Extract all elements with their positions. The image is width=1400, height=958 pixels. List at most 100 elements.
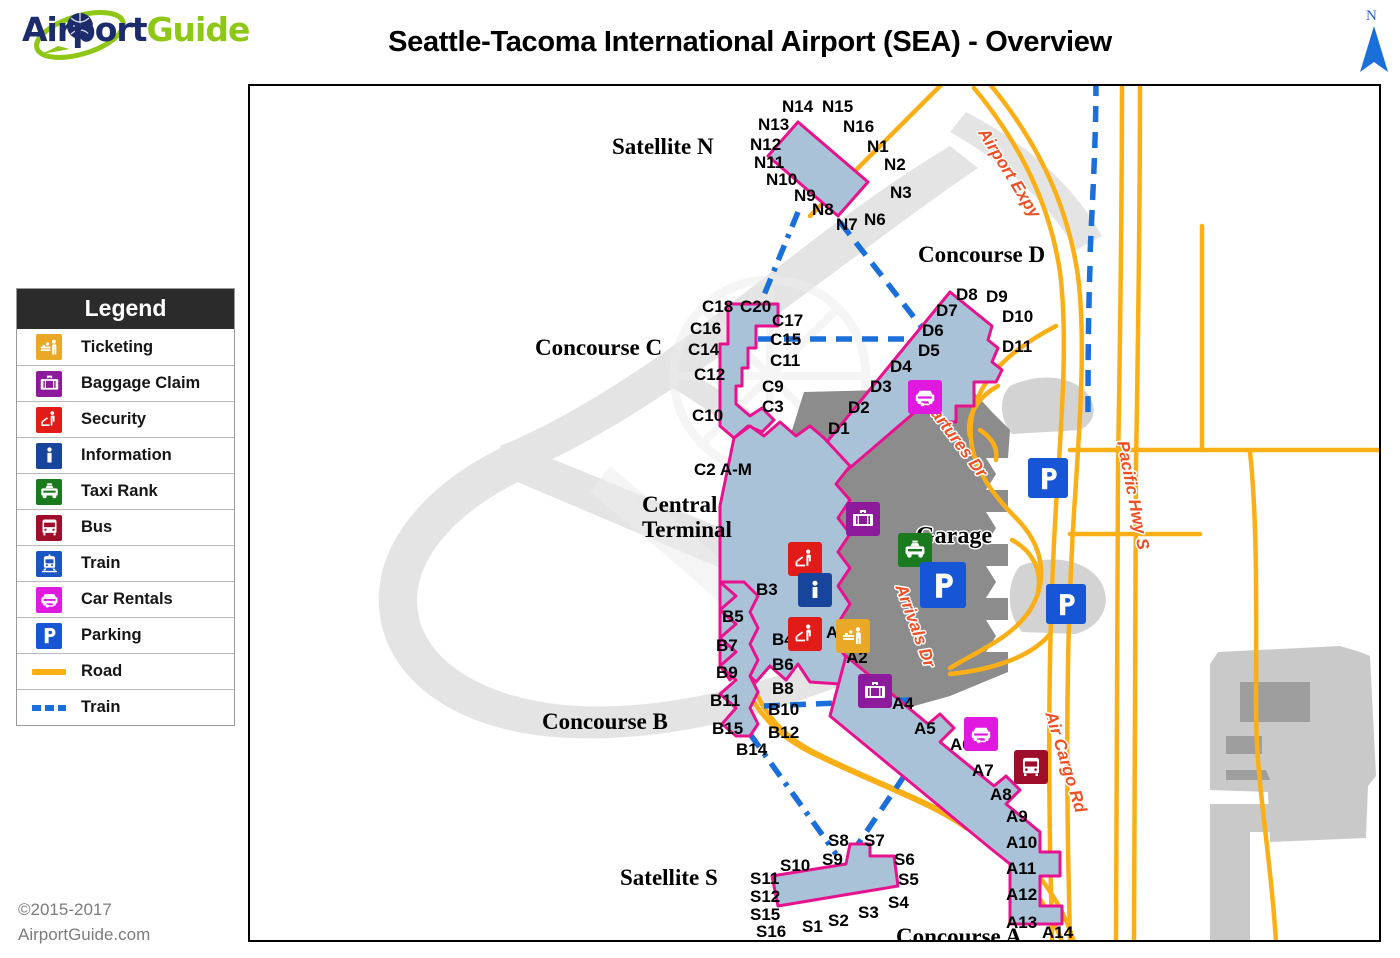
baggage-claim-north-marker[interactable]	[846, 502, 880, 536]
gate-label-n3: N3	[890, 183, 912, 202]
parking-garage-marker[interactable]	[920, 562, 966, 608]
gate-label-b5: B5	[722, 607, 744, 626]
gate-label-d3: D3	[870, 377, 892, 396]
bus-stop-marker[interactable]	[1014, 750, 1048, 784]
page-title: Seattle-Tacoma International Airport (SE…	[388, 26, 1112, 58]
ticketing-icon	[27, 334, 71, 360]
taxi-icon-swatch	[36, 478, 62, 505]
parking-icon	[27, 622, 71, 649]
gate-label-s2: S2	[828, 911, 849, 930]
legend-item-label: Car Rentals	[81, 590, 173, 608]
information-icon-swatch	[36, 442, 62, 469]
parking-south-marker[interactable]	[1046, 584, 1086, 624]
gate-label-b15: B15	[712, 719, 744, 738]
gate-label-d1: D1	[828, 419, 850, 438]
gate-label-a12: A12	[1006, 885, 1038, 904]
gate-label-d10: D10	[1002, 307, 1034, 326]
gate-label-c9: C9	[762, 377, 784, 396]
brand-logo-text: AirportGuide	[22, 10, 250, 49]
legend-item-label: Ticketing	[81, 337, 154, 356]
car-rentals-a-marker[interactable]	[964, 717, 998, 751]
taxi-icon	[27, 478, 71, 505]
gate-label-b6: B6	[772, 655, 794, 674]
gate-label-c10: C10	[692, 406, 724, 425]
gate-label-d5: D5	[918, 341, 940, 360]
airport-map[interactable]: Satellite N Concourse D Concourse C Central…	[248, 84, 1381, 942]
gate-label-c14: C14	[688, 340, 720, 359]
gate-label-s7: S7	[864, 831, 885, 850]
legend-item-label: Taxi Rank	[81, 482, 158, 500]
gate-label-d8: D8	[956, 285, 978, 304]
parking-north-marker[interactable]	[1028, 458, 1068, 498]
gate-label-d2: D2	[848, 398, 870, 417]
suitcase-icon	[27, 370, 71, 397]
gate-label-c11: C11	[770, 351, 801, 370]
train-icon-swatch	[36, 550, 62, 577]
gate-label-n6: N6	[864, 210, 886, 229]
copyright-years: ©2015-2017	[18, 900, 112, 919]
gate-label-c12: C12	[694, 365, 726, 384]
gate-label-b8: B8	[772, 679, 794, 698]
security-icon	[27, 406, 71, 433]
ticketing-icon-swatch	[36, 334, 62, 360]
gate-label-n8: N8	[812, 200, 834, 219]
gate-label-b14: B14	[736, 740, 768, 759]
gate-label-s6: S6	[894, 850, 915, 869]
baggage-claim-south-marker[interactable]	[858, 674, 892, 708]
gate-label-b12: B12	[768, 723, 800, 742]
parking-icon-swatch	[36, 622, 62, 649]
gate-label-a5: A5	[914, 719, 936, 738]
gate-label-n13: N13	[758, 115, 790, 134]
concourse-label-concourse-d: Concourse D	[918, 242, 1046, 267]
legend-item-security: Security	[17, 401, 234, 437]
gate-label-s5: S5	[898, 870, 919, 889]
gate-label-n11: N11	[754, 153, 785, 172]
gate-label-n10: N10	[766, 170, 798, 189]
legend-item-train: Train	[17, 689, 234, 725]
security-north-marker[interactable]	[788, 542, 822, 576]
gate-label-a4: A4	[892, 694, 914, 713]
legend-title: Legend	[17, 289, 234, 329]
legend-item-label: Bus	[81, 518, 113, 536]
legend-item-baggage-claim: Baggage Claim	[17, 365, 234, 401]
gate-label-d7: D7	[936, 301, 958, 320]
brand-part1: Airport	[22, 10, 147, 49]
gate-label-n15: N15	[822, 97, 854, 116]
gate-label-s8: S8	[828, 831, 849, 850]
car-rental-icon	[27, 586, 71, 613]
gate-label-a13: A13	[1006, 913, 1038, 932]
legend-item-label: Baggage Claim	[81, 374, 201, 392]
gate-label-n2: N2	[884, 155, 906, 174]
security-south-marker[interactable]	[788, 617, 822, 651]
gate-label-b9: B9	[716, 663, 738, 682]
legend-item-label: Train	[81, 698, 121, 716]
gate-label-n7: N7	[836, 215, 858, 234]
copyright-site: AirportGuide.com	[18, 924, 151, 944]
gate-label-c3: C3	[762, 397, 784, 416]
right-side-buildings	[1210, 646, 1376, 940]
information-icon	[27, 442, 71, 469]
legend-item-road: Road	[17, 653, 234, 689]
concourse-label-central-terminal: Central Terminal	[642, 492, 732, 543]
concourse-label-concourse-a: Concourse A	[896, 924, 1022, 942]
gate-label-a10: A10	[1006, 833, 1038, 852]
information-marker[interactable]	[798, 573, 832, 607]
concourse-label-satellite-s: Satellite S	[620, 865, 718, 890]
gate-label-a9: A9	[1006, 807, 1028, 826]
road-line-icon	[27, 668, 71, 675]
legend-item-label: Information	[81, 446, 172, 464]
bus-icon-swatch	[36, 514, 62, 541]
car-rental-icon-swatch	[36, 586, 62, 613]
train-line-icon	[27, 704, 71, 711]
gate-label-b7: B7	[716, 636, 738, 655]
gate-label-c2-a-m: C2 A-M	[694, 460, 752, 479]
legend-rows: Ticketing Baggage Claim Security Informatio…	[17, 329, 234, 725]
suitcase-icon-swatch	[36, 370, 62, 397]
gate-label-b10: B10	[768, 700, 800, 719]
ticketing-marker[interactable]	[836, 619, 870, 653]
concourse-label-concourse-c: Concourse C	[535, 335, 663, 360]
train-swatch	[32, 704, 66, 711]
brand-logo[interactable]: AirportGuide	[8, 2, 250, 72]
compass-rose: N	[1352, 8, 1396, 88]
car-rentals-d-marker[interactable]	[908, 380, 942, 414]
